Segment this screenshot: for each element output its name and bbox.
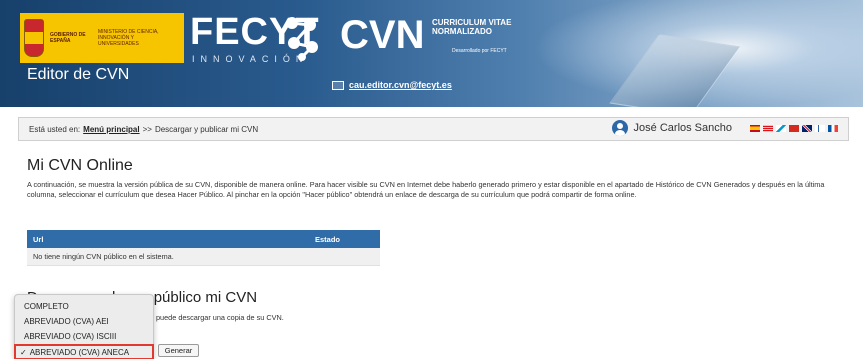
public-cvn-table: Url Estado No tiene ningún CVN público e… (27, 230, 380, 266)
cvn-developed-by: Desarrollado por FECYT (452, 48, 507, 54)
section-description-text: puede descargar una copia de su CVN. (156, 313, 284, 322)
format-option-selected[interactable]: ✓ ABREVIADO (CVA) ANECA (14, 344, 154, 359)
section-description: puede descargar una copia de su CVN. (156, 313, 284, 322)
flag-english-icon[interactable] (802, 124, 812, 132)
header-banner: GOBIERNO DE ESPAÑA MINISTERIO DE CIENCIA… (0, 0, 863, 107)
flag-spanish-icon[interactable] (750, 124, 760, 132)
spain-shield-icon (24, 19, 44, 57)
table-header-row: Url Estado (27, 230, 380, 248)
column-estado: Estado (315, 234, 341, 244)
molecule-icon (286, 17, 318, 61)
government-text: GOBIERNO DE ESPAÑA (50, 32, 86, 44)
flag-galician-icon[interactable] (776, 124, 786, 132)
ministry-text: MINISTERIO DE CIENCIA, INNOVACIÓN Y UNIV… (98, 29, 159, 47)
format-option[interactable]: ABREVIADO (CVA) ISCIII (15, 329, 153, 344)
cvn-subtitle-text: CURRICULUM VITAE NORMALIZADO (432, 18, 512, 36)
page-title: Mi CVN Online (27, 157, 133, 174)
breadcrumb-current: Descargar y publicar mi CVN (154, 124, 259, 134)
breadcrumb-separator: >> (142, 124, 152, 134)
language-flags (750, 124, 838, 132)
flag-french-icon[interactable] (828, 124, 838, 132)
cvn-logo[interactable]: CVN (340, 14, 424, 56)
breadcrumb: Está usted en: Menú principal >> Descarg… (18, 117, 849, 141)
flag-catalan-icon[interactable] (763, 124, 773, 132)
user-info[interactable]: José Carlos Sancho (611, 120, 838, 136)
breadcrumb-menu-link[interactable]: Menú principal (83, 125, 139, 134)
cvn-subtitle: CURRICULUM VITAE NORMALIZADO (432, 18, 512, 36)
app-title: Editor de CVN (27, 66, 130, 83)
flag-basque-icon[interactable] (789, 124, 799, 132)
user-avatar-icon[interactable] (611, 120, 628, 136)
cvn-format-dropdown[interactable]: COMPLETO ABREVIADO (CVA) AEI ABREVIADO (… (14, 294, 154, 359)
breadcrumb-prefix: Está usted en: (29, 124, 81, 134)
format-option[interactable]: ABREVIADO (CVA) AEI (15, 314, 153, 329)
government-logo[interactable]: GOBIERNO DE ESPAÑA MINISTERIO DE CIENCIA… (20, 13, 184, 63)
format-option[interactable]: COMPLETO (15, 299, 153, 314)
page-description: A continuación, se muestra la versión pú… (27, 180, 825, 199)
support-email[interactable]: cau.editor.cvn@fecyt.es (332, 80, 452, 90)
generate-button[interactable]: Generar (158, 344, 199, 357)
user-name[interactable]: José Carlos Sancho (634, 122, 732, 134)
format-option-selected-label: ABREVIADO (CVA) ANECA (29, 347, 130, 357)
table-empty-row: No tiene ningún CVN público en el sistem… (27, 248, 380, 266)
support-email-link[interactable]: cau.editor.cvn@fecyt.es (349, 80, 452, 90)
column-url: Url (33, 234, 44, 244)
flag-valencian-icon[interactable] (815, 124, 825, 132)
envelope-icon (332, 80, 344, 90)
checkmark-icon: ✓ (20, 347, 27, 357)
